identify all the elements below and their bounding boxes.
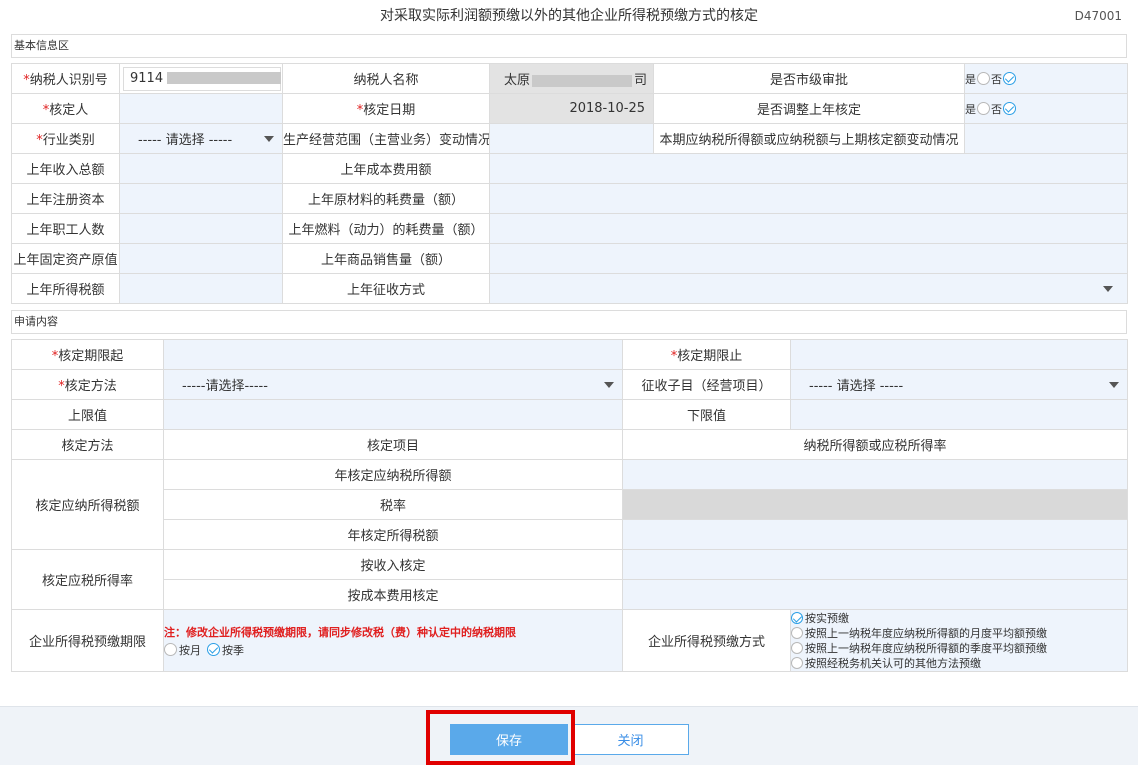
footer-bar [0, 706, 1138, 765]
upper-field[interactable] [163, 399, 623, 430]
save-button[interactable]: 保存 [450, 724, 568, 755]
last-income-field[interactable] [119, 153, 283, 184]
group2-label: 核定应税所得率 [11, 549, 164, 610]
apply-table: *核定期限起 *核定期限止 *核定方法 -----请选择----- 征收子目（经… [11, 339, 1128, 672]
g2-row1-label: 按收入核定 [163, 549, 623, 580]
g2-row1-field[interactable] [622, 549, 1128, 580]
section-apply: 申请内容 [11, 310, 1127, 334]
lower-field[interactable] [790, 399, 1128, 430]
last-material-field[interactable] [489, 183, 1128, 214]
g2-row2-field[interactable] [622, 579, 1128, 610]
prepay-method-cell: 按实预缴 按照上一纳税年度应纳税所得额的月度平均额预缴 按照上一纳税年度应纳税所… [790, 609, 1128, 672]
last-cost-field[interactable] [489, 153, 1128, 184]
industry-select[interactable]: ----- 请选择 ----- [119, 123, 283, 154]
g1-row3-label: 年核定所得税额 [163, 519, 623, 550]
taxpayer-id-label: *纳税人识别号 [11, 63, 120, 94]
period-end-label: *核定期限止 [622, 339, 791, 370]
last-income-label: 上年收入总额 [11, 153, 120, 184]
period-end-field[interactable] [790, 339, 1128, 370]
adjust-yes-radio[interactable] [977, 102, 990, 115]
g2-row2-label: 按成本费用核定 [163, 579, 623, 610]
method-label: *核定方法 [11, 369, 164, 400]
prepay-note: 注：修改企业所得税预缴期限，请同步修改税（费）种认定中的纳税期限 [164, 625, 517, 639]
last-tax-field[interactable] [119, 273, 283, 304]
monthly-radio[interactable] [164, 643, 177, 656]
scope-change-field[interactable] [489, 123, 654, 154]
chevron-down-icon [604, 381, 614, 388]
verifier-label: *核定人 [11, 93, 120, 124]
verifier-field[interactable] [119, 93, 283, 124]
g1-row3-field[interactable] [622, 519, 1128, 550]
chevron-down-icon [1109, 381, 1119, 388]
adjust-last-year-radios: 是 否 [966, 101, 1124, 117]
prepay-period-label: 企业所得税预缴期限 [11, 609, 164, 672]
g1-row2-label: 税率 [163, 489, 623, 520]
upper-label: 上限值 [11, 399, 164, 430]
verify-date-label: *核定日期 [282, 93, 490, 124]
last-cost-label: 上年成本费用额 [282, 153, 490, 184]
last-fuel-field[interactable] [489, 213, 1128, 244]
last-assets-label: 上年固定资产原值 [11, 243, 120, 274]
income-change-field[interactable] [964, 123, 1128, 154]
prepay-method-radio-2[interactable] [791, 642, 803, 654]
prepay-method-radio-3[interactable] [791, 657, 803, 669]
col-item-header: 核定项目 [163, 429, 623, 460]
g1-row1-field[interactable] [622, 459, 1128, 490]
last-capital-label: 上年注册资本 [11, 183, 120, 214]
lower-label: 下限值 [622, 399, 791, 430]
adjust-last-year-label: 是否调整上年核定 [653, 93, 965, 124]
item-select[interactable]: ----- 请选择 ----- [790, 369, 1128, 400]
income-change-label: 本期应纳税所得额或应纳税额与上期核定额变动情况 [653, 123, 965, 154]
prepay-period-cell: 注：修改企业所得税预缴期限，请同步修改税（费）种认定中的纳税期限 按月 按季 [163, 609, 623, 672]
form-code: D47001 [1074, 9, 1122, 23]
last-sales-label: 上年商品销售量（额） [282, 243, 490, 274]
city-review-label: 是否市级审批 [653, 63, 965, 94]
group1-label: 核定应纳所得税额 [11, 459, 164, 550]
last-tax-label: 上年所得税额 [11, 273, 120, 304]
basic-info-table: *纳税人识别号 9114 纳税人名称 太原司 是否市级审批 是 否 *核定人 *… [11, 63, 1128, 304]
period-start-field[interactable] [163, 339, 623, 370]
last-collection-label: 上年征收方式 [282, 273, 490, 304]
last-staff-field[interactable] [119, 213, 283, 244]
city-review-yes-radio[interactable] [977, 72, 990, 85]
taxpayer-name-field: 太原司 [489, 63, 654, 94]
section-basic-info: 基本信息区 [11, 34, 1127, 58]
city-review-no-radio[interactable] [1003, 72, 1016, 85]
prepay-method-radio-1[interactable] [791, 627, 803, 639]
method-select[interactable]: -----请选择----- [163, 369, 623, 400]
chevron-down-icon [1103, 285, 1113, 292]
chevron-down-icon [264, 135, 274, 142]
last-assets-field[interactable] [119, 243, 283, 274]
col-rate-header: 纳税所得额或应税所得率 [622, 429, 1128, 460]
last-material-label: 上年原材料的耗费量（额） [282, 183, 490, 214]
city-review-radios: 是 否 [966, 71, 1124, 87]
last-sales-field[interactable] [489, 243, 1128, 274]
taxpayer-id-field[interactable]: 9114 [123, 66, 282, 91]
page-title: 对采取实际利润额预缴以外的其他企业所得税预缴方式的核定 [380, 8, 758, 24]
last-collection-select[interactable] [489, 273, 1128, 304]
taxpayer-name-label: 纳税人名称 [282, 63, 490, 94]
prepay-method-radio-0[interactable] [791, 612, 803, 624]
period-start-label: *核定期限起 [11, 339, 164, 370]
quarterly-radio[interactable] [207, 643, 220, 656]
g1-row2-field [622, 489, 1128, 520]
prepay-method-label: 企业所得税预缴方式 [622, 609, 791, 672]
verify-date-field: 2018-10-25 [489, 93, 654, 124]
close-button[interactable]: 关闭 [572, 724, 689, 755]
industry-label: *行业类别 [11, 123, 120, 154]
last-staff-label: 上年职工人数 [11, 213, 120, 244]
adjust-no-radio[interactable] [1003, 102, 1016, 115]
scope-change-label: 生产经营范围（主营业务）变动情况 [282, 123, 490, 154]
last-fuel-label: 上年燃料（动力）的耗费量（额） [282, 213, 490, 244]
item-label: 征收子目（经营项目） [622, 369, 791, 400]
g1-row1-label: 年核定应纳税所得额 [163, 459, 623, 490]
last-capital-field[interactable] [119, 183, 283, 214]
col-method-header: 核定方法 [11, 429, 164, 460]
